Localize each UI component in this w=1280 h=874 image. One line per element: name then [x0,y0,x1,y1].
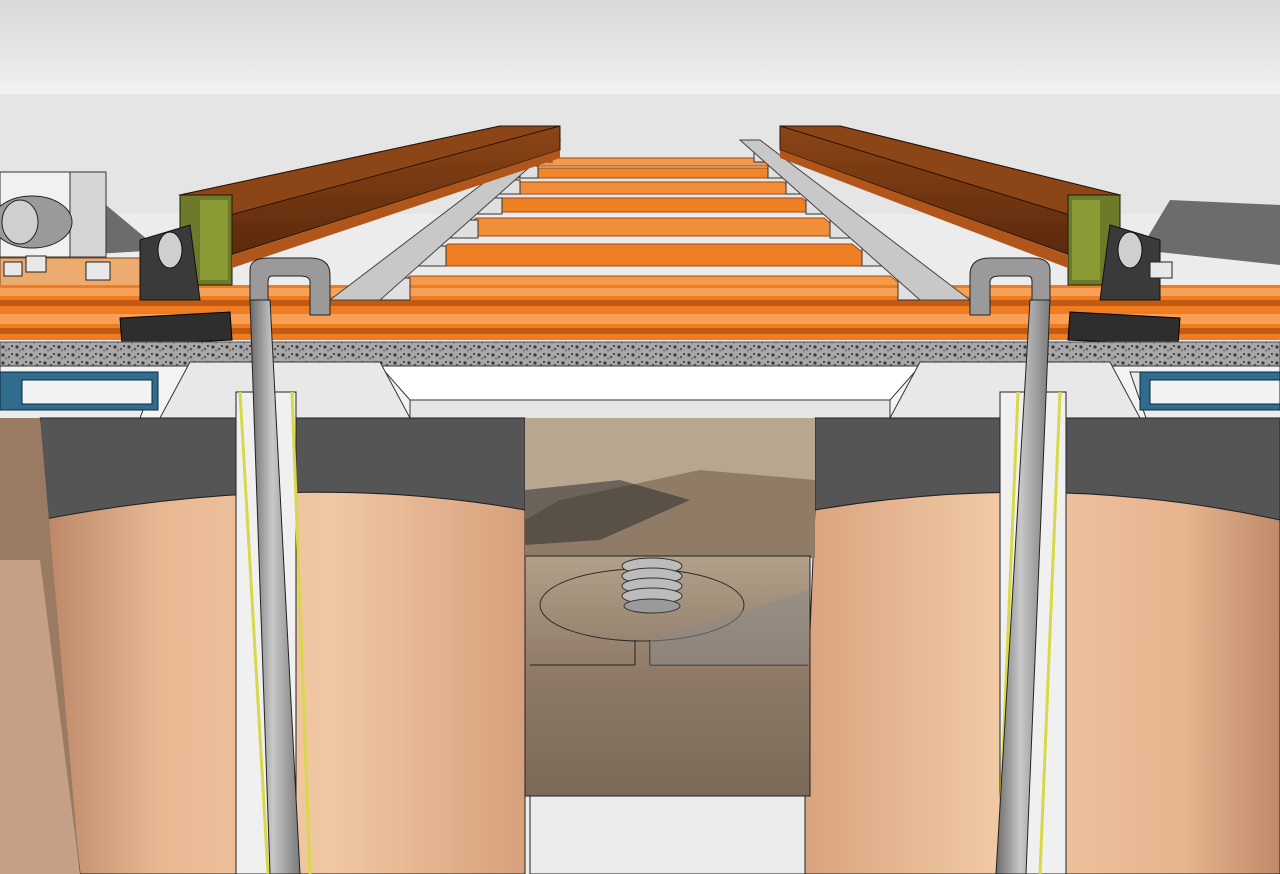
side-beam-right [1139,371,1280,411]
sky-backdrop [0,0,1280,96]
central-pit [524,418,815,874]
deck-underside [378,365,922,401]
spring-coil [621,557,683,614]
railway-track-cutaway-scene [0,0,1280,874]
edge-bolts-right [1149,261,1173,279]
side-beam-left [0,371,159,411]
